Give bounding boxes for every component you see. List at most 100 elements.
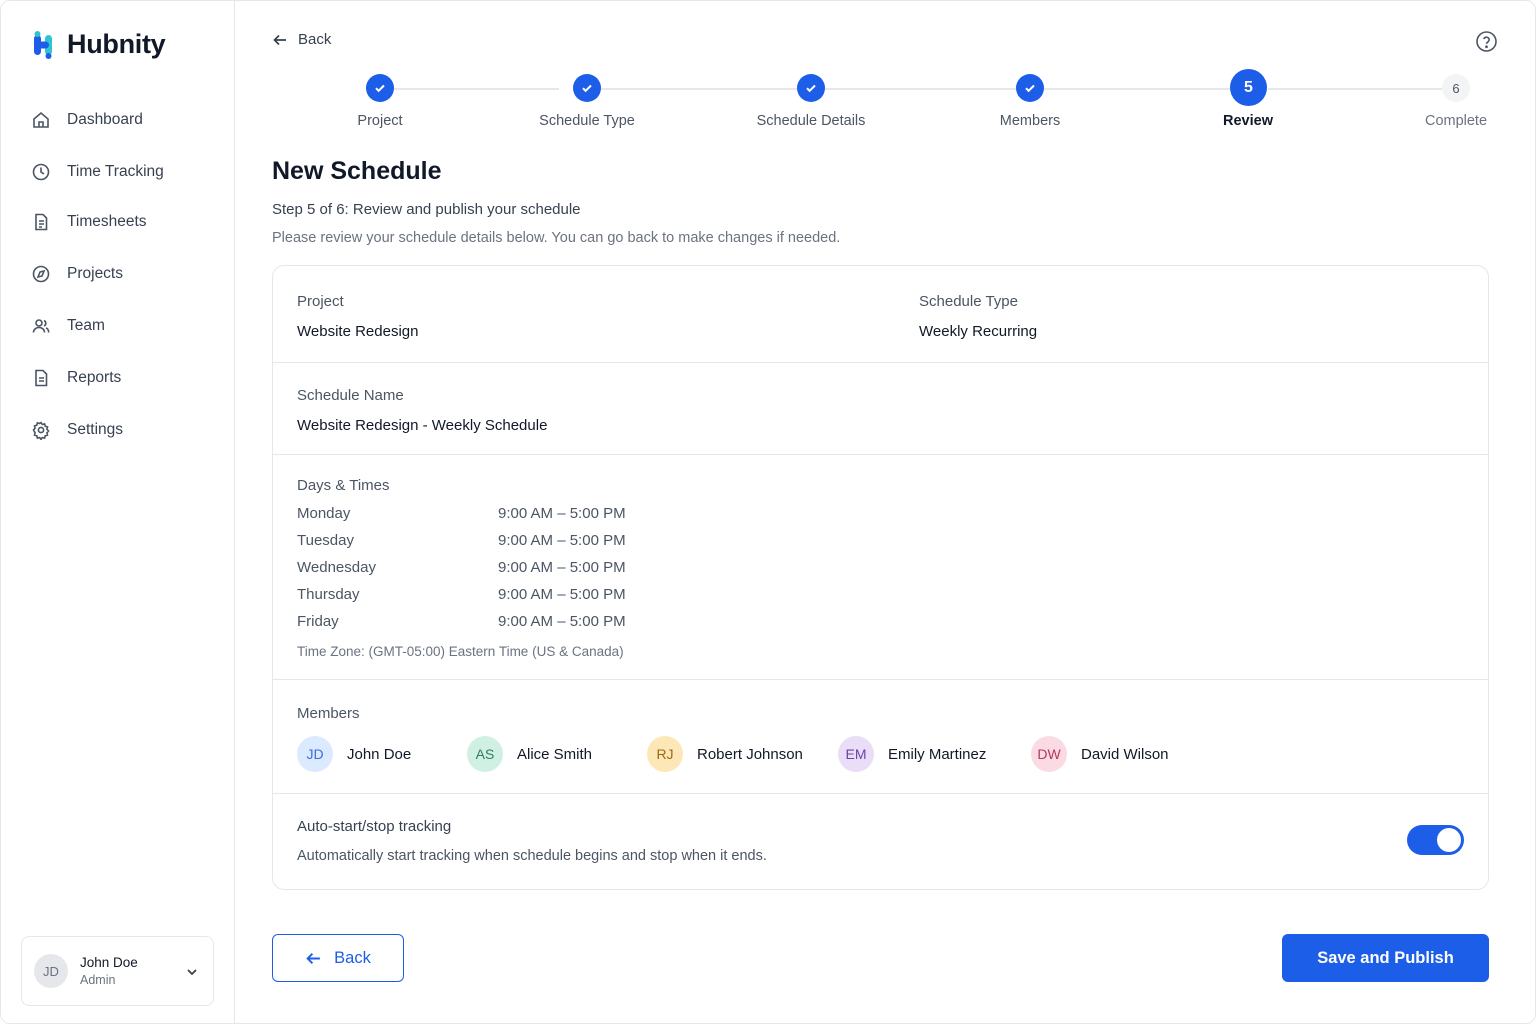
sidebar-item-label: Projects [67,265,123,282]
schedule-type-label: Schedule Type [919,293,1018,310]
time-range: 9:00 AM – 5:00 PM [498,586,626,603]
back-button-label: Back [334,948,371,967]
step-label-review: Review [1223,113,1273,129]
sidebar-item-label: Dashboard [67,111,143,128]
day-label: Thursday [297,586,360,603]
check-icon [806,84,816,93]
project-label: Project [297,293,344,310]
schedule-name-value: Website Redesign - Weekly Schedule [297,417,548,434]
stepper-connector [394,88,559,90]
chevron-down-icon [187,969,197,976]
avatar: JD [297,736,333,772]
sidebar-item-settings[interactable]: Settings [21,410,215,450]
avatar: AS [467,736,503,772]
day-label: Monday [297,505,351,522]
member-chip: EM Emily Martinez [838,736,986,772]
sidebar-item-time-tracking[interactable]: Time Tracking [21,152,215,192]
user-meta: John Doe Admin [80,955,138,987]
back-link[interactable]: Back [272,31,331,48]
hubnity-logo-icon [34,30,52,59]
check-icon [1025,84,1035,93]
step-check-schedule-type [573,74,601,102]
save-and-publish-label: Save and Publish [1317,948,1454,967]
user-role: Admin [80,973,116,987]
gear-icon [32,421,50,440]
report-icon [35,369,48,387]
avatar: JD [34,954,68,988]
step-number-review: 5 [1230,69,1267,106]
page-title: New Schedule [272,157,442,185]
avatar: RJ [647,736,683,772]
member-name: Emily Martinez [888,745,987,763]
section-divider [273,454,1488,455]
step-label-complete: Complete [1424,113,1488,129]
sidebar-item-label: Reports [67,369,122,386]
sidebar: Hubnity Dashboard Time Tracking Timeshee… [1,1,235,1023]
days-times-label: Days & Times [297,477,390,494]
auto-tracking-title: Auto-start/stop tracking [297,818,452,835]
arrow-left-icon [273,34,286,45]
step-check-members [1016,74,1044,102]
step-number-complete: 6 [1442,74,1470,102]
step-label-project: Project [357,113,403,129]
stepper-connector [1268,88,1442,90]
user-menu[interactable]: JD John Doe Admin [21,936,214,1006]
sidebar-item-projects[interactable]: Projects [21,254,215,294]
section-divider [273,793,1488,794]
sidebar-item-reports[interactable]: Reports [21,358,215,398]
app-name: Hubnity [67,29,166,59]
avatar: EM [838,736,874,772]
help-icon[interactable] [1475,30,1498,53]
member-name: John Doe [347,745,412,763]
member-chip: DW David Wilson [1031,736,1169,772]
sidebar-item-label: Team [67,317,105,334]
back-link-label: Back [298,31,332,48]
sidebar-item-team[interactable]: Team [21,306,215,346]
toggle-knob [1437,828,1461,852]
compass-icon [32,265,50,283]
clock-icon [32,163,50,181]
page-description: Please review your schedule details belo… [272,230,841,246]
step-label-members: Members [999,113,1061,129]
home-icon [33,111,49,128]
stepper-connector [1044,88,1230,90]
day-label: Tuesday [297,532,354,549]
member-chip: RJ Robert Johnson [647,736,803,772]
sidebar-item-label: Time Tracking [67,163,164,180]
time-range: 9:00 AM – 5:00 PM [498,505,626,522]
time-range: 9:00 AM – 5:00 PM [498,559,626,576]
sidebar-item-label: Settings [67,421,124,438]
schedule-name-label: Schedule Name [297,387,404,404]
member-name: David Wilson [1081,745,1169,763]
schedule-type-value: Weekly Recurring [919,323,1038,340]
stepper-connector [601,88,797,90]
step-subtitle: Step 5 of 6: Review and publish your sch… [272,201,581,218]
app-window: Hubnity Dashboard Time Tracking Timeshee… [0,0,1536,1024]
day-label: Wednesday [297,559,376,576]
arrow-left-icon [306,952,321,964]
member-chip: AS Alice Smith [467,736,592,772]
sidebar-item-dashboard[interactable]: Dashboard [21,100,215,140]
section-divider [273,679,1488,680]
auto-tracking-toggle[interactable] [1407,825,1464,855]
review-card: Project Website Redesign Schedule Type W… [272,265,1489,890]
project-value: Website Redesign [297,323,419,340]
section-divider [273,362,1488,363]
step-label-schedule-type: Schedule Type [539,113,635,129]
check-icon [582,84,592,93]
users-icon [32,319,50,333]
member-chip: JD John Doe [297,736,411,772]
members-label: Members [297,705,360,722]
user-name: John Doe [80,955,138,970]
save-and-publish-button[interactable]: Save and Publish [1282,934,1489,982]
auto-tracking-description: Automatically start tracking when schedu… [297,848,767,864]
check-icon [375,84,385,93]
sidebar-item-label: Timesheets [67,213,147,230]
document-icon [35,213,48,231]
stepper-connector [825,88,1016,90]
day-label: Friday [297,613,339,630]
sidebar-item-timesheets[interactable]: Timesheets [21,202,215,242]
member-name: Alice Smith [517,745,593,763]
logo: Hubnity [29,29,166,60]
back-button[interactable]: Back [272,934,404,982]
